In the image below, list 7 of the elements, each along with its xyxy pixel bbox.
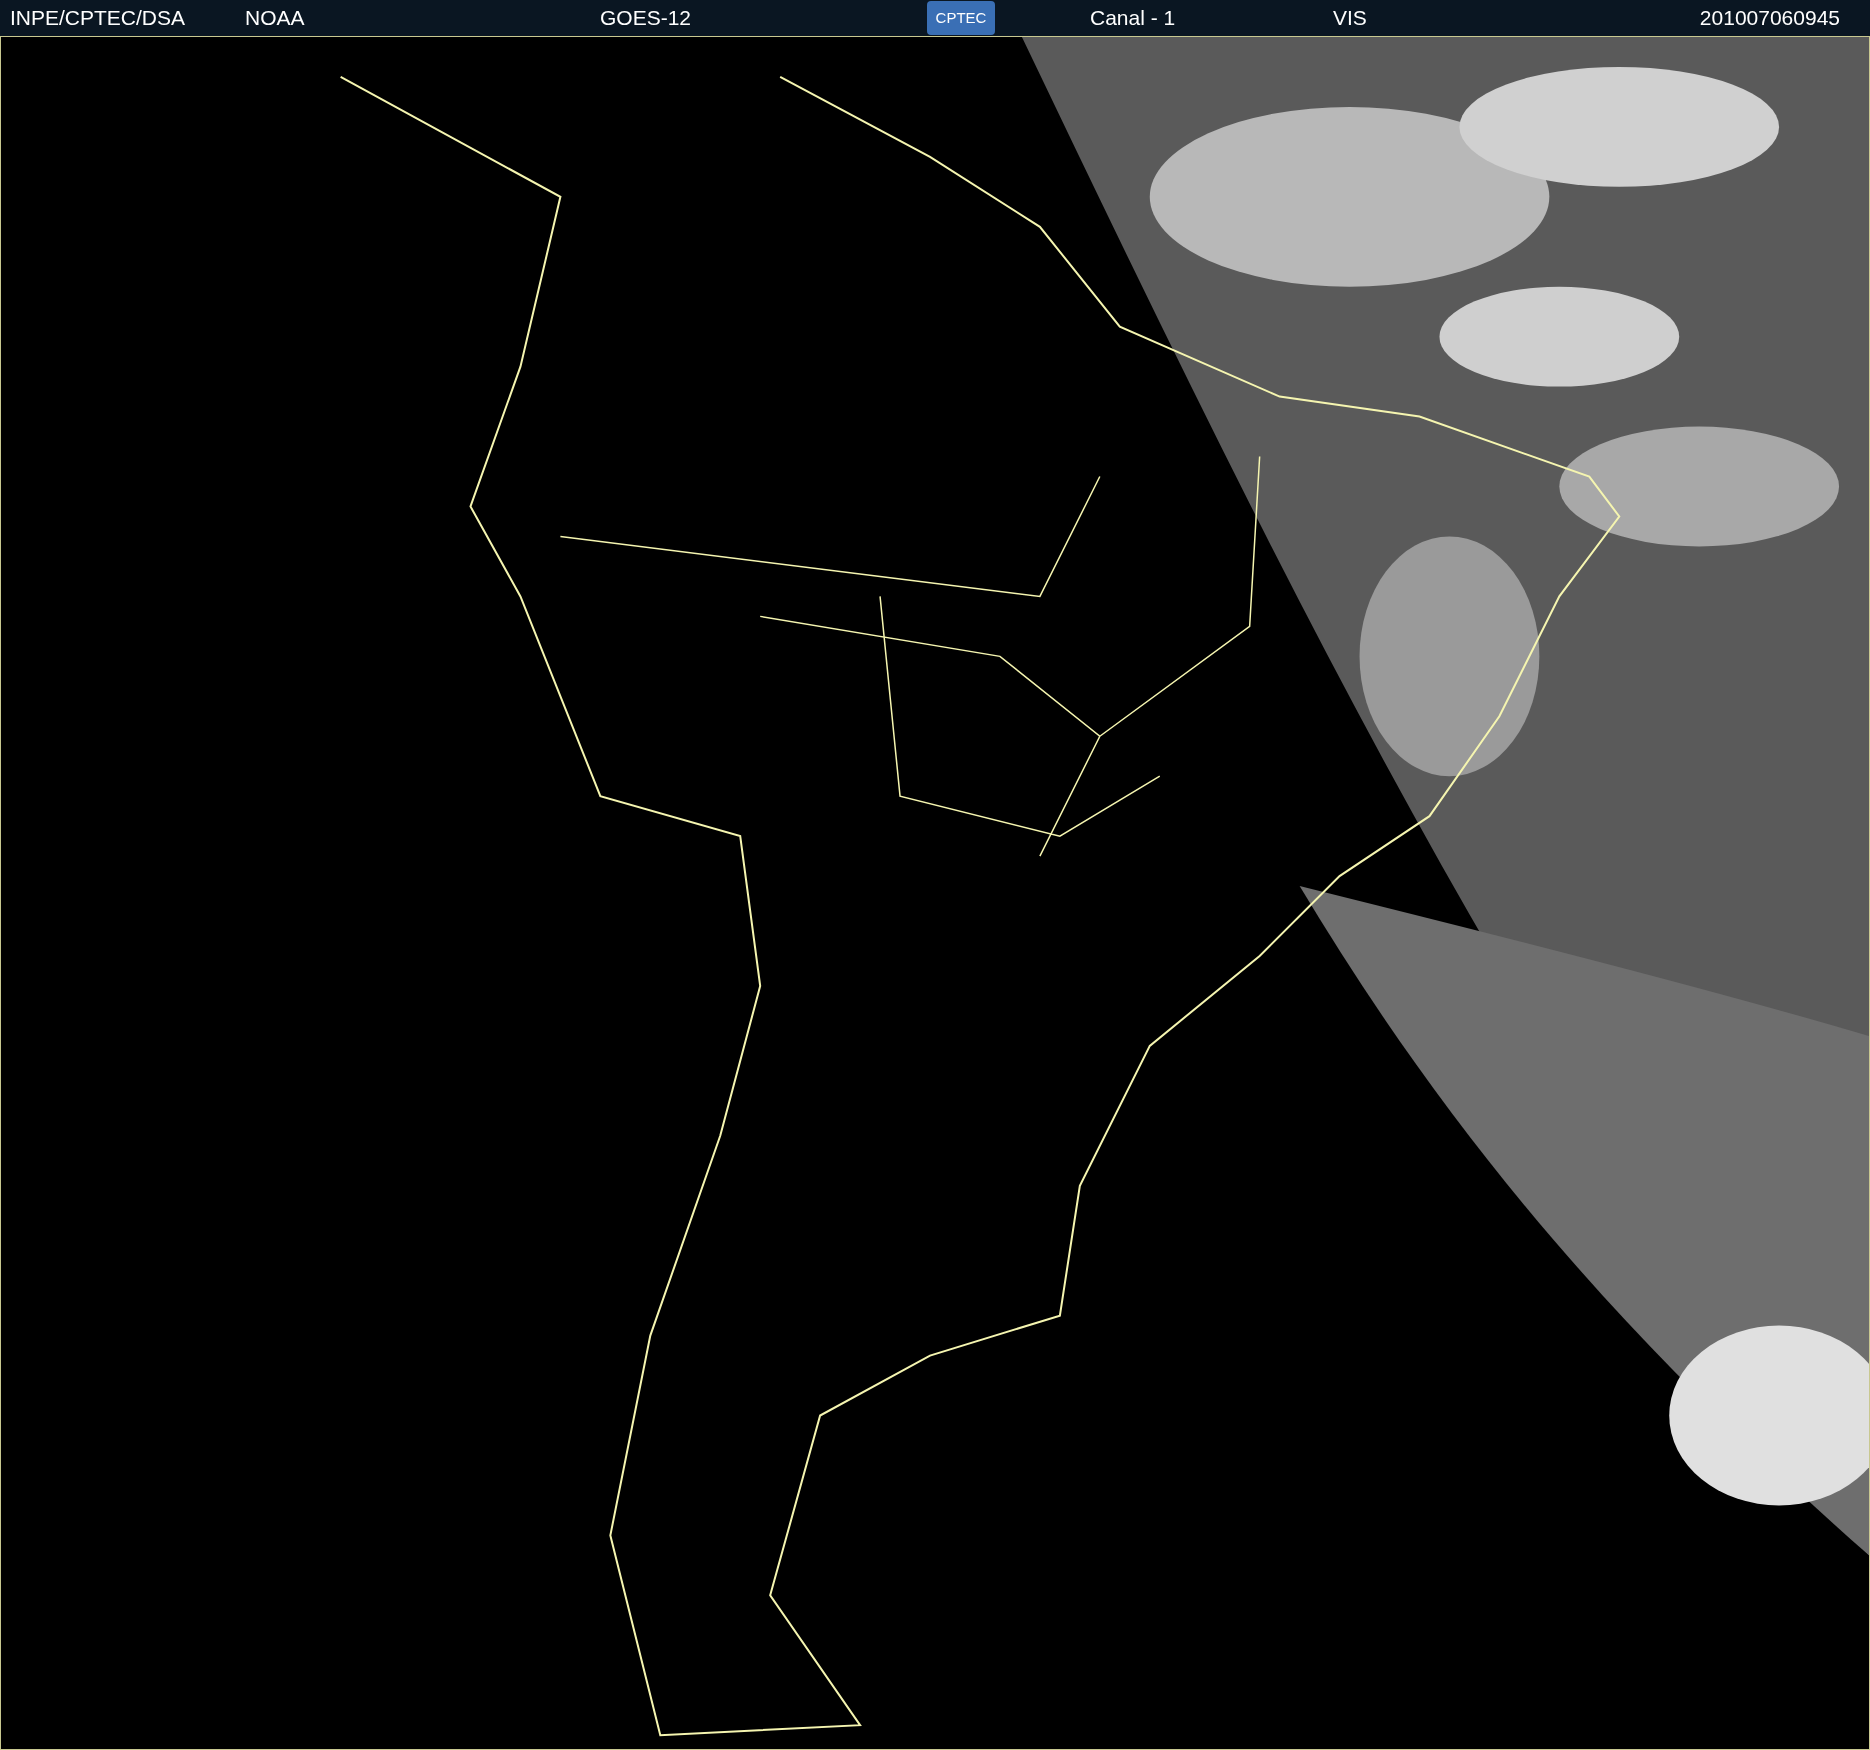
band-label: VIS	[1333, 5, 1367, 32]
timestamp-label: 201007060945	[1699, 5, 1841, 32]
logo: CPTEC	[927, 0, 995, 35]
agency-label: INPE/CPTEC/DSA	[10, 5, 187, 32]
channel-label: Canal - 1	[1090, 5, 1177, 32]
satellite-label: GOES-12	[600, 5, 693, 32]
agency-label: NOAA	[245, 5, 306, 32]
